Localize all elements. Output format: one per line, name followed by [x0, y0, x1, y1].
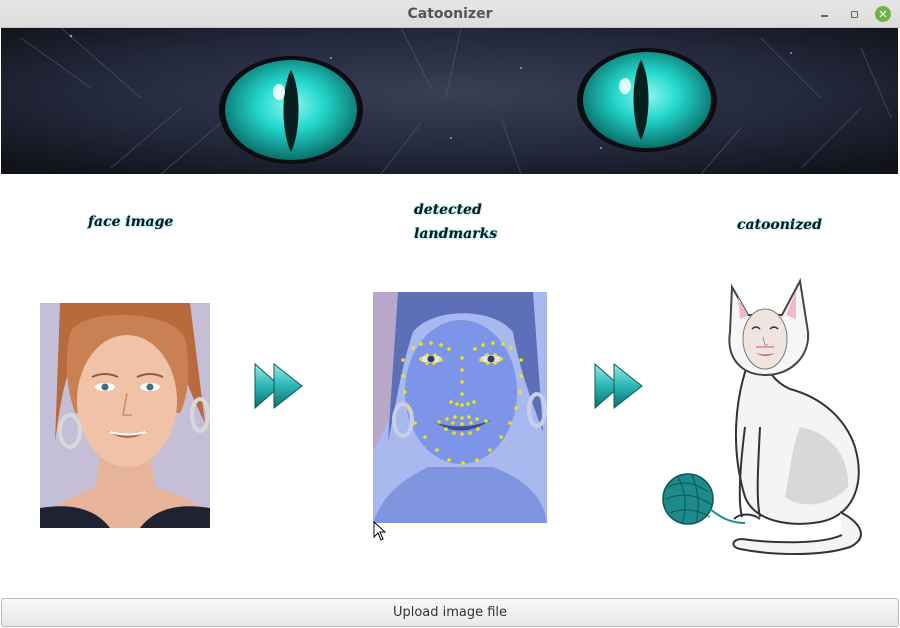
face-photo: [40, 303, 210, 528]
catoonized-cat-drawing: [660, 277, 870, 562]
face-image-caption: face image: [88, 214, 174, 230]
close-icon[interactable]: ✕: [875, 6, 891, 22]
right-cat-eye: [577, 48, 717, 152]
upload-image-button[interactable]: Upload image file: [1, 598, 899, 627]
landmarks-photo: [373, 292, 547, 523]
cat-eyes-banner: [1, 28, 898, 174]
left-cat-eye: [219, 56, 363, 164]
window-title: Catoonizer: [407, 6, 493, 22]
fast-forward-icon: [252, 361, 306, 411]
detected-landmarks-caption: detected landmarks: [414, 202, 498, 242]
catoonized-caption: catoonized: [737, 217, 822, 233]
mouse-cursor-icon: [373, 520, 387, 542]
maximize-icon[interactable]: [846, 6, 862, 22]
fast-forward-icon: [592, 361, 646, 411]
minimize-icon[interactable]: [816, 6, 832, 22]
window-titlebar: Catoonizer ✕: [0, 0, 900, 28]
